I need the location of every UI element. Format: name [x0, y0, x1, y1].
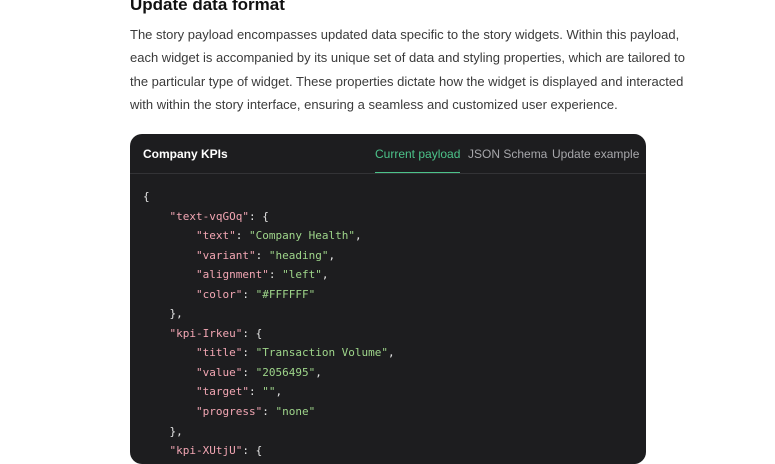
code-value: "": [262, 385, 276, 399]
section-title: Update data format: [130, 0, 285, 14]
code-key: "variant": [195, 248, 256, 262]
code-key: "text": [195, 229, 236, 243]
payload-card: Company KPIs Current payload JSON Schema…: [130, 134, 646, 464]
code-value: "left": [282, 268, 322, 282]
description-line: the particular type of widget. These pro…: [130, 73, 684, 89]
code-key: "target": [195, 385, 249, 399]
code-key: "progress": [195, 405, 263, 419]
code-key: "kpi-Irkeu": [169, 326, 243, 340]
code-key: "kpi-XUtjU": [169, 444, 243, 458]
description-line: The story payload encompasses updated da…: [130, 27, 680, 42]
description-line: with within the story interface, ensurin…: [130, 96, 618, 112]
code-value: "Company Health": [248, 229, 355, 243]
code-value: "heading": [268, 248, 329, 262]
tab-json-schema[interactable]: JSON Schema: [468, 147, 547, 173]
payload-card-header: Company KPIs Current payload JSON Schema…: [130, 134, 646, 174]
code-key: "title": [195, 346, 243, 360]
tab-update-example[interactable]: Update example: [552, 147, 639, 173]
code-key: "value": [195, 365, 243, 379]
code-brace: {: [143, 190, 150, 203]
code-value: "#FFFFFF": [255, 287, 316, 301]
code-key: "color": [195, 287, 243, 301]
code-block: { "text-vqGOq": { "text": "Company Healt…: [143, 190, 395, 458]
code-value: "none": [275, 405, 316, 419]
code-key: "text-vqGOq": [169, 209, 249, 223]
code-value: "Transaction Volume": [255, 346, 389, 360]
payload-card-title: Company KPIs: [143, 147, 228, 161]
description-line: each widget is accompanied by its unique…: [130, 50, 685, 66]
section-description: The story payload encompasses updated da…: [130, 23, 685, 116]
code-key: "alignment": [195, 268, 269, 282]
tab-current-payload[interactable]: Current payload: [375, 147, 461, 173]
code-value: "2056495": [255, 365, 316, 379]
